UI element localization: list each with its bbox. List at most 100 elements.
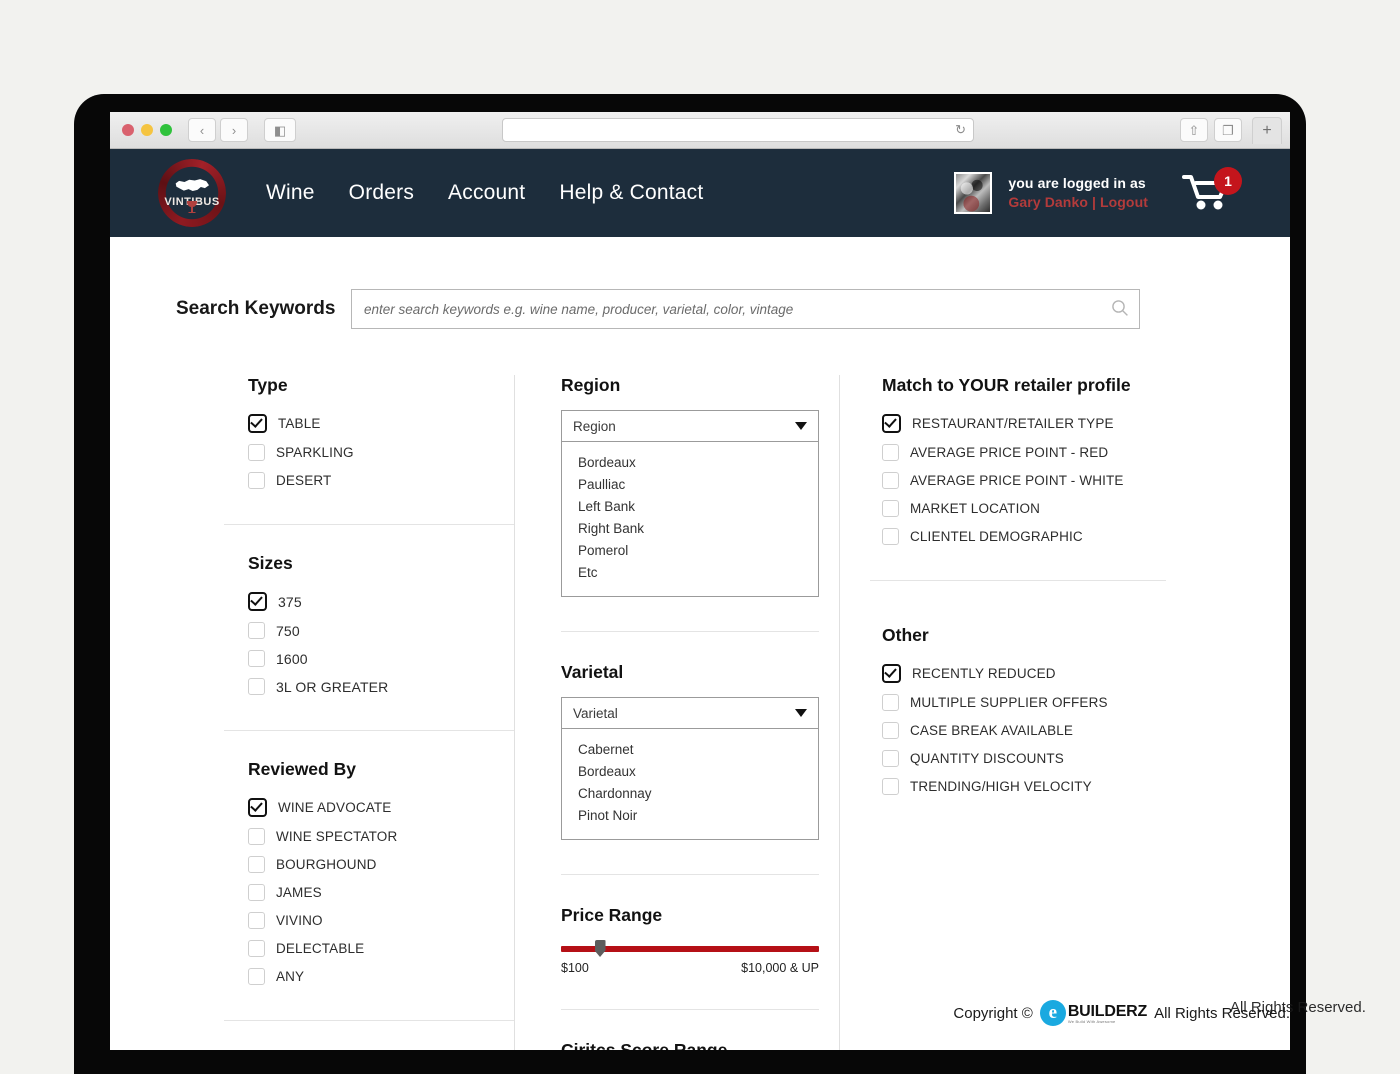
chevron-down-icon[interactable] xyxy=(795,709,807,717)
region-option-pomerol[interactable]: Pomerol xyxy=(562,539,818,561)
varietal-dropdown-header[interactable]: Varietal xyxy=(561,697,819,729)
checkbox-row-case-break-available[interactable]: CASE BREAK AVAILABLE xyxy=(882,722,1166,739)
checkbox-icon[interactable] xyxy=(882,664,901,683)
checkbox-row-avg-price-point-white[interactable]: AVERAGE PRICE POINT - WHITE xyxy=(882,472,1166,489)
checkbox-icon[interactable] xyxy=(882,472,899,489)
checkbox-row-any[interactable]: ANY xyxy=(248,968,514,985)
checkbox-row-vivino[interactable]: VIVINO xyxy=(248,912,514,929)
checkbox-row-quantity-discounts[interactable]: QUANTITY DISCOUNTS xyxy=(882,750,1166,767)
checkbox-icon[interactable] xyxy=(248,912,265,929)
checkbox-row-sparkling[interactable]: SPARKLING xyxy=(248,444,514,461)
price-range-track[interactable] xyxy=(561,940,819,957)
checkbox-icon[interactable] xyxy=(248,444,265,461)
varietal-dropdown[interactable]: Varietal Cabernet Bordeaux Chardonnay Pi… xyxy=(561,697,819,840)
region-dropdown[interactable]: Region Bordeaux Paulliac Left Bank Right… xyxy=(561,410,819,597)
checkbox-label: AVERAGE PRICE POINT - WHITE xyxy=(910,473,1124,488)
price-range-handle[interactable] xyxy=(594,940,606,957)
checkbox-label: ANY xyxy=(276,969,305,984)
checkbox-row-multiple-supplier-offers[interactable]: MULTIPLE SUPPLIER OFFERS xyxy=(882,694,1166,711)
cart-button[interactable]: 1 xyxy=(1182,167,1242,215)
checkbox-icon[interactable] xyxy=(882,694,899,711)
maximize-window-icon[interactable] xyxy=(160,124,172,136)
checkbox-row-bourghound[interactable]: BOURGHOUND xyxy=(248,856,514,873)
varietal-option-cabernet[interactable]: Cabernet xyxy=(562,738,818,760)
chevron-down-icon[interactable] xyxy=(795,422,807,430)
forward-icon[interactable]: › xyxy=(220,118,248,142)
checkbox-icon[interactable] xyxy=(248,828,265,845)
checkbox-row-recently-reduced[interactable]: RECENTLY REDUCED xyxy=(882,664,1166,683)
checkbox-icon[interactable] xyxy=(882,750,899,767)
vintibus-logo[interactable]: VINTIBUS xyxy=(158,159,226,227)
checkbox-icon[interactable] xyxy=(882,722,899,739)
region-option-list: Bordeaux Paulliac Left Bank Right Bank P… xyxy=(561,442,819,597)
nav-item-orders[interactable]: Orders xyxy=(349,181,414,205)
checkbox-row-clientel-demographic[interactable]: CLIENTEL DEMOGRAPHIC xyxy=(882,528,1166,545)
checkbox-row-3l-or-greater[interactable]: 3L OR GREATER xyxy=(248,678,514,695)
checkbox-icon[interactable] xyxy=(248,884,265,901)
region-option-paulliac[interactable]: Paulliac xyxy=(562,473,818,495)
checkbox-row-james[interactable]: JAMES xyxy=(248,884,514,901)
checkbox-icon[interactable] xyxy=(882,444,899,461)
close-window-icon[interactable] xyxy=(122,124,134,136)
checkbox-icon[interactable] xyxy=(248,968,265,985)
varietal-option-chardonnay[interactable]: Chardonnay xyxy=(562,782,818,804)
nav-item-help-contact[interactable]: Help & Contact xyxy=(559,181,703,205)
header-account-area: you are logged in as Gary Danko | Logout… xyxy=(954,149,1242,237)
new-tab-button[interactable]: + xyxy=(1252,116,1282,144)
region-dropdown-header[interactable]: Region xyxy=(561,410,819,442)
checkbox-icon[interactable] xyxy=(248,472,265,489)
checkbox-row-table[interactable]: TABLE xyxy=(248,414,514,433)
checkbox-row-market-location[interactable]: MARKET LOCATION xyxy=(882,500,1166,517)
checkbox-label: SPARKLING xyxy=(276,445,354,460)
checkbox-icon[interactable] xyxy=(248,592,267,611)
checkbox-row-750[interactable]: 750 xyxy=(248,622,514,639)
checkbox-icon[interactable] xyxy=(248,414,267,433)
search-box[interactable] xyxy=(351,289,1140,329)
browser-nav-buttons[interactable]: ‹ › xyxy=(188,118,248,142)
region-option-etc[interactable]: Etc xyxy=(562,561,818,583)
checkbox-icon[interactable] xyxy=(248,678,265,695)
checkbox-icon[interactable] xyxy=(882,528,899,545)
checkbox-row-1600[interactable]: 1600 xyxy=(248,650,514,667)
tabs-overview-icon[interactable]: ❐ xyxy=(1214,118,1242,142)
minimize-window-icon[interactable] xyxy=(141,124,153,136)
chrome-right-buttons[interactable]: ⇧ ❐ + xyxy=(1180,116,1282,144)
back-icon[interactable]: ‹ xyxy=(188,118,216,142)
checkbox-row-avg-price-point-red[interactable]: AVERAGE PRICE POINT - RED xyxy=(882,444,1166,461)
region-option-bordeaux[interactable]: Bordeaux xyxy=(562,451,818,473)
checkbox-row-wine-advocate[interactable]: WINE ADVOCATE xyxy=(248,798,514,817)
search-row: Search Keywords xyxy=(110,237,1290,329)
search-icon[interactable] xyxy=(1111,299,1129,317)
checkbox-icon[interactable] xyxy=(248,622,265,639)
checkbox-row-desert[interactable]: DESERT xyxy=(248,472,514,489)
window-controls[interactable] xyxy=(122,124,172,136)
sidebar-toggle-group[interactable]: ◧ xyxy=(264,118,296,142)
checkbox-icon[interactable] xyxy=(882,500,899,517)
search-input[interactable] xyxy=(352,290,1139,328)
checkbox-icon[interactable] xyxy=(248,650,265,667)
checkbox-icon[interactable] xyxy=(248,940,265,957)
share-icon[interactable]: ⇧ xyxy=(1180,118,1208,142)
user-logout-link[interactable]: Gary Danko | Logout xyxy=(1008,193,1148,212)
varietal-option-pinot-noir[interactable]: Pinot Noir xyxy=(562,804,818,826)
checkbox-label: WINE SPECTATOR xyxy=(276,829,398,844)
region-option-right-bank[interactable]: Right Bank xyxy=(562,517,818,539)
nav-item-wine[interactable]: Wine xyxy=(266,181,315,205)
nav-item-account[interactable]: Account xyxy=(448,181,525,205)
checkbox-icon[interactable] xyxy=(882,414,901,433)
url-input[interactable] xyxy=(503,119,973,141)
checkbox-icon[interactable] xyxy=(248,856,265,873)
checkbox-row-375[interactable]: 375 xyxy=(248,592,514,611)
varietal-option-bordeaux[interactable]: Bordeaux xyxy=(562,760,818,782)
reload-icon[interactable]: ↻ xyxy=(955,122,966,138)
checkbox-icon[interactable] xyxy=(882,778,899,795)
checkbox-icon[interactable] xyxy=(248,798,267,817)
checkbox-row-wine-spectator[interactable]: WINE SPECTATOR xyxy=(248,828,514,845)
sidebar-toggle-icon[interactable]: ◧ xyxy=(264,118,296,142)
checkbox-row-trending-high-velocity[interactable]: TRENDING/HIGH VELOCITY xyxy=(882,778,1166,795)
address-bar[interactable]: ↻ xyxy=(502,118,974,142)
checkbox-row-restaurant-retailer-type[interactable]: RESTAURANT/RETAILER TYPE xyxy=(882,414,1166,433)
region-option-left-bank[interactable]: Left Bank xyxy=(562,495,818,517)
checkbox-row-delectable[interactable]: DELECTABLE xyxy=(248,940,514,957)
avatar[interactable] xyxy=(954,172,993,214)
